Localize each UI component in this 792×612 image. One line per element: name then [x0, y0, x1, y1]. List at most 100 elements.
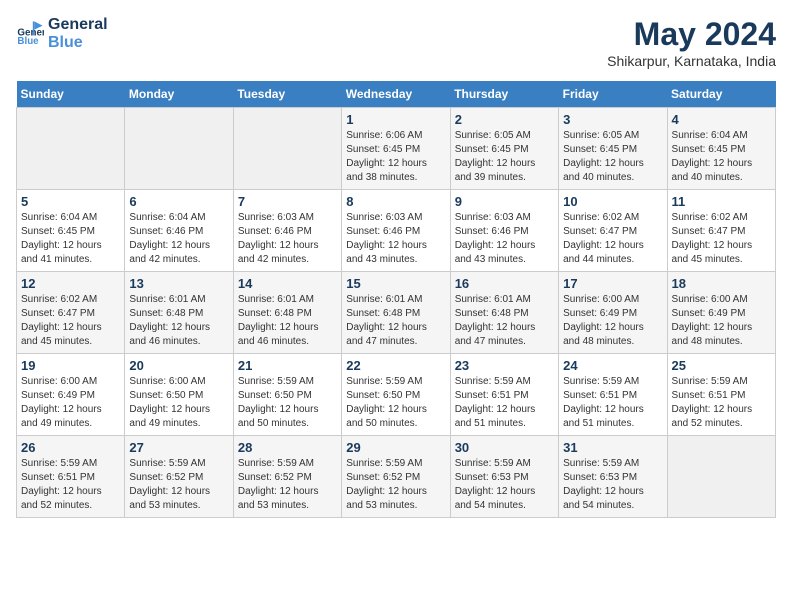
- day-info: Sunrise: 5:59 AMSunset: 6:53 PMDaylight:…: [455, 457, 554, 513]
- calendar-cell: 13 Sunrise: 6:01 AMSunset: 6:48 PMDayligh…: [125, 272, 233, 354]
- calendar-cell: 2 Sunrise: 6:05 AMSunset: 6:45 PMDaylight…: [450, 108, 558, 190]
- header-tuesday: Tuesday: [233, 81, 341, 108]
- logo: General Blue General Blue: [16, 16, 108, 51]
- day-number: 9: [455, 194, 554, 209]
- calendar-cell: 6Sunrise: 6:04 AMSunset: 6:46 PMDaylight…: [125, 190, 233, 272]
- day-info: Sunrise: 6:06 AMSunset: 6:45 PMDaylight:…: [346, 129, 445, 185]
- header-friday: Friday: [559, 81, 667, 108]
- calendar-cell: 29Sunrise: 5:59 AMSunset: 6:52 PMDayligh…: [342, 436, 450, 518]
- month-year-title: May 2024: [607, 16, 776, 53]
- day-number: 30: [455, 440, 554, 455]
- calendar-cell: 16Sunrise: 6:01 AMSunset: 6:48 PMDayligh…: [450, 272, 558, 354]
- calendar-week-row: 26 Sunrise: 5:59 AMSunset: 6:51 PMDayligh…: [17, 436, 776, 518]
- day-info: Sunrise: 5:59 AMSunset: 6:52 PMDaylight:…: [238, 457, 337, 513]
- title-area: May 2024 Shikarpur, Karnataka, India: [607, 16, 776, 69]
- calendar-table: Sunday Monday Tuesday Wednesday Thursday…: [16, 81, 776, 518]
- day-info: Sunrise: 6:00 AMSunset: 6:49 PMDaylight:…: [563, 293, 662, 349]
- day-number: 18: [672, 276, 771, 291]
- calendar-week-row: 5 Sunrise: 6:04 AMSunset: 6:45 PMDaylight…: [17, 190, 776, 272]
- header-wednesday: Wednesday: [342, 81, 450, 108]
- day-info: Sunrise: 6:04 AMSunset: 6:45 PMDaylight:…: [21, 211, 120, 267]
- day-number: 26: [21, 440, 120, 455]
- location-subtitle: Shikarpur, Karnataka, India: [607, 53, 776, 69]
- day-number: 4: [672, 112, 771, 127]
- day-number: 25: [672, 358, 771, 373]
- day-number: 23: [455, 358, 554, 373]
- logo-general: General: [48, 16, 108, 34]
- day-number: 28: [238, 440, 337, 455]
- calendar-cell: 9 Sunrise: 6:03 AMSunset: 6:46 PMDaylight…: [450, 190, 558, 272]
- day-info: Sunrise: 6:04 AMSunset: 6:45 PMDaylight:…: [672, 129, 771, 185]
- calendar-cell: [667, 436, 775, 518]
- day-number: 13: [129, 276, 228, 291]
- day-info: Sunrise: 5:59 AMSunset: 6:51 PMDaylight:…: [455, 375, 554, 431]
- calendar-cell: 12 Sunrise: 6:02 AMSunset: 6:47 PMDayligh…: [17, 272, 125, 354]
- day-info: Sunrise: 5:59 AMSunset: 6:51 PMDaylight:…: [563, 375, 662, 431]
- day-number: 21: [238, 358, 337, 373]
- header-monday: Monday: [125, 81, 233, 108]
- day-number: 31: [563, 440, 662, 455]
- calendar-week-row: 19 Sunrise: 6:00 AMSunset: 6:49 PMDayligh…: [17, 354, 776, 436]
- header-sunday: Sunday: [17, 81, 125, 108]
- day-number: 2: [455, 112, 554, 127]
- svg-text:Blue: Blue: [17, 35, 39, 46]
- day-info: Sunrise: 5:59 AMSunset: 6:52 PMDaylight:…: [129, 457, 228, 513]
- calendar-cell: 7Sunrise: 6:03 AMSunset: 6:46 PMDaylight…: [233, 190, 341, 272]
- calendar-cell: 18 Sunrise: 6:00 AMSunset: 6:49 PMDayligh…: [667, 272, 775, 354]
- day-info: Sunrise: 6:03 AMSunset: 6:46 PMDaylight:…: [455, 211, 554, 267]
- day-info: Sunrise: 6:00 AMSunset: 6:49 PMDaylight:…: [21, 375, 120, 431]
- header-saturday: Saturday: [667, 81, 775, 108]
- calendar-cell: 28 Sunrise: 5:59 AMSunset: 6:52 PMDayligh…: [233, 436, 341, 518]
- day-number: 10: [563, 194, 662, 209]
- day-number: 12: [21, 276, 120, 291]
- calendar-cell: [17, 108, 125, 190]
- day-number: 14: [238, 276, 337, 291]
- calendar-cell: 17 Sunrise: 6:00 AMSunset: 6:49 PMDayligh…: [559, 272, 667, 354]
- day-info: Sunrise: 6:05 AMSunset: 6:45 PMDaylight:…: [455, 129, 554, 185]
- calendar-cell: 23 Sunrise: 5:59 AMSunset: 6:51 PMDayligh…: [450, 354, 558, 436]
- day-info: Sunrise: 6:02 AMSunset: 6:47 PMDaylight:…: [21, 293, 120, 349]
- calendar-week-row: 1Sunrise: 6:06 AMSunset: 6:45 PMDaylight…: [17, 108, 776, 190]
- day-number: 8: [346, 194, 445, 209]
- day-number: 16: [455, 276, 554, 291]
- calendar-cell: 25Sunrise: 5:59 AMSunset: 6:51 PMDayligh…: [667, 354, 775, 436]
- calendar-cell: 14 Sunrise: 6:01 AMSunset: 6:48 PMDayligh…: [233, 272, 341, 354]
- day-number: 5: [21, 194, 120, 209]
- day-info: Sunrise: 5:59 AMSunset: 6:50 PMDaylight:…: [238, 375, 337, 431]
- calendar-cell: 24Sunrise: 5:59 AMSunset: 6:51 PMDayligh…: [559, 354, 667, 436]
- day-info: Sunrise: 6:02 AMSunset: 6:47 PMDaylight:…: [563, 211, 662, 267]
- day-number: 19: [21, 358, 120, 373]
- day-info: Sunrise: 6:00 AMSunset: 6:50 PMDaylight:…: [129, 375, 228, 431]
- page-header: General Blue General Blue May 2024 Shika…: [16, 16, 776, 69]
- day-info: Sunrise: 5:59 AMSunset: 6:51 PMDaylight:…: [21, 457, 120, 513]
- day-info: Sunrise: 6:05 AMSunset: 6:45 PMDaylight:…: [563, 129, 662, 185]
- calendar-cell: 30 Sunrise: 5:59 AMSunset: 6:53 PMDayligh…: [450, 436, 558, 518]
- calendar-cell: 31Sunrise: 5:59 AMSunset: 6:53 PMDayligh…: [559, 436, 667, 518]
- header-thursday: Thursday: [450, 81, 558, 108]
- calendar-cell: 27 Sunrise: 5:59 AMSunset: 6:52 PMDayligh…: [125, 436, 233, 518]
- calendar-header-row: Sunday Monday Tuesday Wednesday Thursday…: [17, 81, 776, 108]
- day-info: Sunrise: 5:59 AMSunset: 6:50 PMDaylight:…: [346, 375, 445, 431]
- day-number: 27: [129, 440, 228, 455]
- day-info: Sunrise: 6:01 AMSunset: 6:48 PMDaylight:…: [238, 293, 337, 349]
- calendar-cell: 19 Sunrise: 6:00 AMSunset: 6:49 PMDayligh…: [17, 354, 125, 436]
- day-info: Sunrise: 6:01 AMSunset: 6:48 PMDaylight:…: [346, 293, 445, 349]
- day-info: Sunrise: 6:02 AMSunset: 6:47 PMDaylight:…: [672, 211, 771, 267]
- day-info: Sunrise: 6:04 AMSunset: 6:46 PMDaylight:…: [129, 211, 228, 267]
- calendar-cell: 15 Sunrise: 6:01 AMSunset: 6:48 PMDayligh…: [342, 272, 450, 354]
- calendar-cell: 4 Sunrise: 6:04 AMSunset: 6:45 PMDaylight…: [667, 108, 775, 190]
- calendar-cell: 26 Sunrise: 5:59 AMSunset: 6:51 PMDayligh…: [17, 436, 125, 518]
- logo-icon: General Blue: [16, 20, 44, 48]
- calendar-cell: 5 Sunrise: 6:04 AMSunset: 6:45 PMDaylight…: [17, 190, 125, 272]
- calendar-cell: 11Sunrise: 6:02 AMSunset: 6:47 PMDayligh…: [667, 190, 775, 272]
- day-number: 17: [563, 276, 662, 291]
- calendar-cell: 10 Sunrise: 6:02 AMSunset: 6:47 PMDayligh…: [559, 190, 667, 272]
- day-number: 3: [563, 112, 662, 127]
- calendar-cell: 21 Sunrise: 5:59 AMSunset: 6:50 PMDayligh…: [233, 354, 341, 436]
- day-number: 29: [346, 440, 445, 455]
- day-info: Sunrise: 6:01 AMSunset: 6:48 PMDaylight:…: [129, 293, 228, 349]
- calendar-cell: [233, 108, 341, 190]
- day-info: Sunrise: 6:00 AMSunset: 6:49 PMDaylight:…: [672, 293, 771, 349]
- day-number: 15: [346, 276, 445, 291]
- day-info: Sunrise: 6:03 AMSunset: 6:46 PMDaylight:…: [346, 211, 445, 267]
